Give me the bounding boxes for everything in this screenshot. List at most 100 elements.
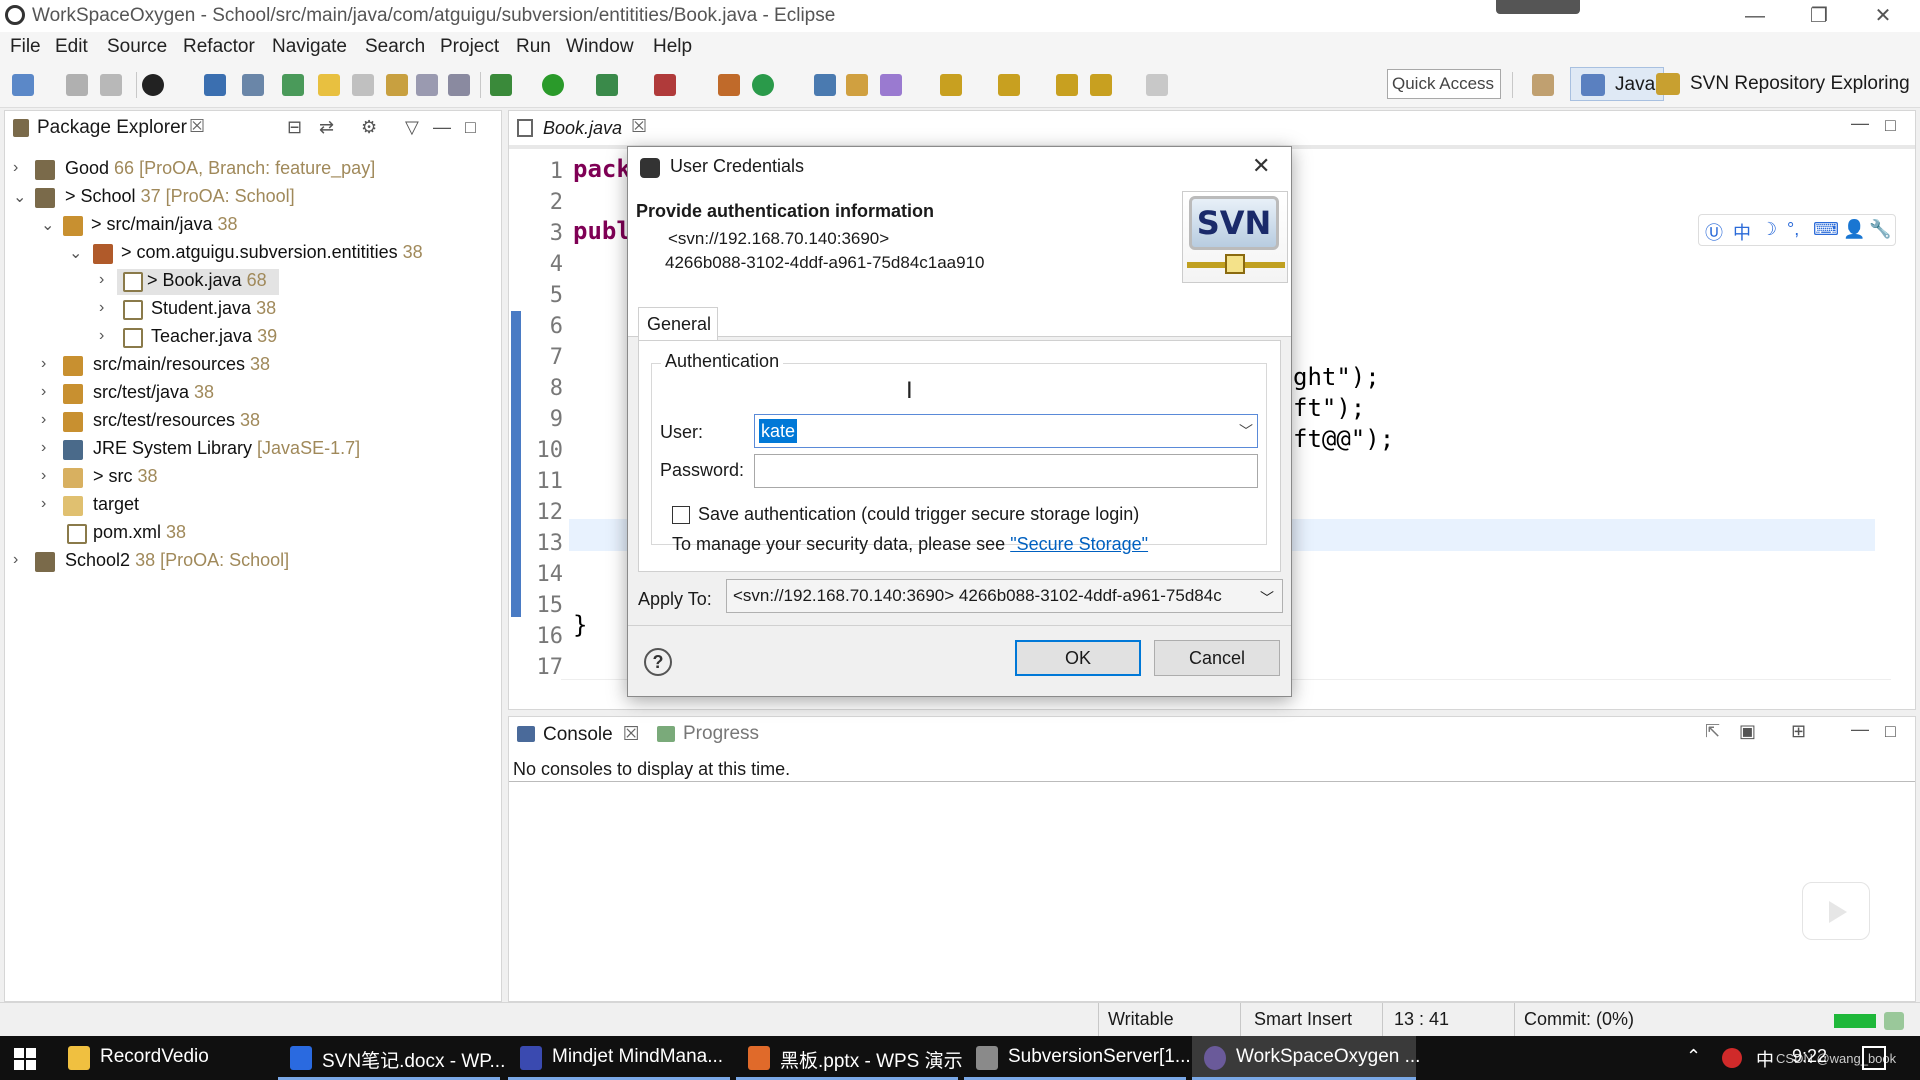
tree-item-book-chevron[interactable]: ›: [5, 269, 104, 295]
chevron-down-icon[interactable]: ﹀: [1260, 588, 1274, 608]
tree-item-pom-xml[interactable]: pom.xml 38: [5, 521, 501, 547]
package-explorer-tab[interactable]: Package Explorer ☒: [5, 111, 215, 145]
toggle-mark-icon[interactable]: [352, 74, 374, 96]
ok-button[interactable]: OK: [1015, 640, 1141, 676]
perspective-svn[interactable]: SVN Repository Exploring: [1646, 67, 1918, 101]
ime-chinese-icon[interactable]: 中: [1733, 219, 1751, 245]
close-window-button[interactable]: ✕: [1860, 2, 1906, 30]
minimize-editor-icon[interactable]: —: [1851, 113, 1869, 134]
tree-item-src-test-resources[interactable]: › src/test/resources 38: [5, 409, 501, 435]
apply-to-combo[interactable]: <svn://192.168.70.140:3690> 4266b088-310…: [726, 579, 1283, 613]
open-project-icon[interactable]: [814, 74, 836, 96]
display-console-icon[interactable]: ▣: [1739, 721, 1756, 742]
maximize-console-icon[interactable]: □: [1885, 721, 1896, 742]
password-field[interactable]: [754, 454, 1258, 488]
menu-source[interactable]: Source: [107, 36, 167, 58]
tree-item-book-java[interactable]: > Book.java 68: [117, 269, 279, 295]
quick-access-input[interactable]: Quick Access: [1387, 69, 1501, 99]
ime-keyboard-icon[interactable]: ⌨: [1813, 219, 1839, 240]
show-whitespace-icon[interactable]: [448, 74, 470, 96]
menu-help[interactable]: Help: [653, 36, 692, 58]
close-icon[interactable]: ☒: [623, 724, 640, 745]
new-class-icon[interactable]: [752, 74, 774, 96]
menu-edit[interactable]: Edit: [55, 36, 88, 58]
ime-logo-icon[interactable]: Ⓤ: [1705, 219, 1723, 245]
tree-item-target[interactable]: › target: [5, 493, 501, 519]
tab-general[interactable]: General: [638, 307, 718, 341]
taskbar-recordvedio[interactable]: RecordVedio: [56, 1036, 270, 1080]
menu-window[interactable]: Window: [566, 36, 634, 58]
skip-breakpoints-icon[interactable]: [242, 74, 264, 96]
save-all-icon[interactable]: [100, 74, 122, 96]
prev-annotation-icon[interactable]: [998, 74, 1020, 96]
open-console-icon[interactable]: ⊞: [1791, 721, 1806, 742]
chevron-right-icon[interactable]: ›: [41, 383, 57, 401]
maximize-view-icon[interactable]: □: [465, 117, 476, 138]
chevron-right-icon[interactable]: ›: [41, 439, 57, 457]
chevron-right-icon[interactable]: ›: [41, 411, 57, 429]
svn-icon[interactable]: [142, 74, 164, 96]
pin-console-icon[interactable]: ⇱: [1705, 721, 1720, 742]
chevron-right-icon[interactable]: ›: [99, 327, 115, 345]
run-icon[interactable]: [542, 74, 564, 96]
notification-icon[interactable]: [1862, 1046, 1886, 1070]
chevron-down-icon[interactable]: ⌄: [13, 187, 29, 207]
back-icon[interactable]: [1090, 74, 1112, 96]
chevron-right-icon[interactable]: ›: [13, 159, 29, 177]
close-icon[interactable]: ☒: [631, 116, 647, 137]
view-menu-icon[interactable]: ▽: [405, 117, 419, 138]
debug-icon[interactable]: [490, 74, 512, 96]
tree-item-src-main-java[interactable]: ⌄ > src/main/java 38: [5, 213, 501, 239]
chevron-right-icon[interactable]: ›: [41, 495, 57, 513]
menu-project[interactable]: Project: [440, 36, 499, 58]
tree-item-src-test-java[interactable]: › src/test/java 38: [5, 381, 501, 407]
link-editor-icon[interactable]: ⇄: [319, 117, 334, 138]
tree-item-school[interactable]: ⌄ > School 37 [ProOA: School]: [5, 185, 501, 211]
maximize-button[interactable]: ❐: [1796, 2, 1842, 30]
ime-settings-icon[interactable]: 🔧: [1869, 219, 1891, 240]
open-perspective-icon[interactable]: [1532, 74, 1554, 96]
menu-refactor[interactable]: Refactor: [183, 36, 255, 58]
menu-run[interactable]: Run: [516, 36, 551, 58]
tree-item-student-java[interactable]: › Student.java 38: [5, 297, 501, 323]
tab-progress[interactable]: Progress: [649, 717, 759, 751]
progress-status-icon[interactable]: [1884, 1012, 1904, 1030]
tab-console[interactable]: Console ☒: [509, 717, 640, 751]
tab-book-java[interactable]: Book.java ☒: [509, 111, 655, 145]
toggle-block-icon[interactable]: [386, 74, 408, 96]
taskbar-wps-writer[interactable]: SVN笔记.docx - WP...: [278, 1036, 505, 1080]
chevron-right-icon[interactable]: ›: [99, 299, 115, 317]
chevron-right-icon[interactable]: ›: [13, 551, 29, 569]
ime-punctuation-icon[interactable]: °,: [1787, 219, 1799, 240]
tray-clock[interactable]: 9:22: [1792, 1046, 1827, 1067]
tree-item-jre-library[interactable]: › JRE System Library [JavaSE-1.7]: [5, 437, 501, 463]
save-authentication-label[interactable]: Save authentication (could trigger secur…: [698, 504, 1139, 525]
close-icon[interactable]: ☒: [189, 116, 205, 137]
chevron-right-icon[interactable]: ›: [41, 467, 57, 485]
highlight-icon[interactable]: [318, 74, 340, 96]
menu-search[interactable]: Search: [365, 36, 425, 58]
new-package-icon[interactable]: [718, 74, 740, 96]
dialog-close-button[interactable]: ✕: [1252, 153, 1270, 179]
chevron-right-icon[interactable]: ›: [41, 355, 57, 373]
search-icon[interactable]: [880, 74, 902, 96]
tree-item-src-main-resources[interactable]: › src/main/resources 38: [5, 353, 501, 379]
terminal-icon[interactable]: [204, 74, 226, 96]
minimize-console-icon[interactable]: —: [1851, 719, 1869, 740]
next-annotation-icon[interactable]: [940, 74, 962, 96]
tree-item-good[interactable]: › Good 66 [ProOA, Branch: feature_pay]: [5, 157, 501, 183]
coverage-icon[interactable]: [596, 74, 618, 96]
user-combo[interactable]: kate ﹀: [754, 414, 1258, 448]
taskbar-eclipse[interactable]: WorkSpaceOxygen ...: [1192, 1036, 1420, 1080]
last-edit-icon[interactable]: [1056, 74, 1078, 96]
chevron-right-icon[interactable]: ›: [99, 271, 115, 289]
help-icon[interactable]: ?: [644, 648, 672, 676]
taskbar-subversion-server[interactable]: SubversionServer[1...: [964, 1036, 1191, 1080]
save-authentication-checkbox[interactable]: [672, 506, 690, 524]
new-icon[interactable]: [12, 74, 34, 96]
play-overlay-icon[interactable]: [1802, 882, 1870, 940]
save-icon[interactable]: [66, 74, 88, 96]
cancel-button[interactable]: Cancel: [1154, 640, 1280, 676]
chevron-down-icon[interactable]: ⌄: [41, 215, 57, 235]
external-tools-icon[interactable]: [654, 74, 676, 96]
